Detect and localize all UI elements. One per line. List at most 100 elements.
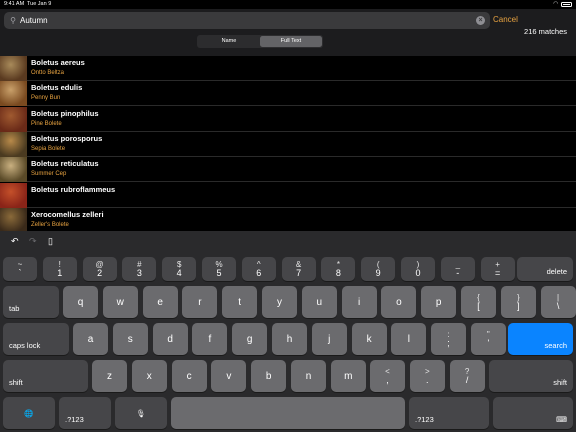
key-y[interactable]: y (262, 286, 297, 318)
key-k[interactable]: k (351, 323, 387, 355)
hide-keyboard-key[interactable]: ⌨ (493, 397, 573, 429)
search-input[interactable] (20, 12, 476, 29)
redo-icon[interactable]: ↷ (29, 236, 37, 247)
result-subtitle: Zeller's Bolete (31, 221, 69, 228)
key-label: (9 (376, 260, 381, 278)
key-0[interactable]: ) 0 (401, 257, 435, 281)
key-sym-3[interactable]: :; (431, 323, 466, 355)
key-sym-2[interactable]: | \ (540, 286, 576, 318)
undo-icon[interactable]: ↶ (11, 236, 19, 247)
key-s[interactable]: s (112, 323, 148, 355)
key-z[interactable]: z (92, 360, 127, 392)
result-row[interactable]: Boletus porosporus Sepia Bolete (0, 131, 576, 157)
key-=[interactable]: + = (480, 257, 515, 281)
result-row[interactable]: Boletus aereus Ontto Beltza (0, 56, 576, 81)
key-t[interactable]: t (222, 286, 258, 318)
key-v[interactable]: v (211, 360, 247, 392)
key-i[interactable]: i (341, 286, 377, 318)
result-row[interactable]: Boletus edulis Penny Bun (0, 81, 576, 107)
key-j[interactable]: j (311, 323, 347, 355)
status-icons: ◠ (553, 1, 572, 7)
result-row[interactable]: Xerocomellus zelleri Zeller's Bolete (0, 207, 576, 231)
key-label: b (265, 370, 272, 382)
key-g[interactable]: g (232, 323, 268, 355)
key-r[interactable]: r (182, 286, 218, 318)
result-title: Boletus edulis (31, 83, 83, 93)
key-base-label: 9 (375, 268, 381, 278)
key-label: j (328, 333, 331, 345)
key-base-label: 5 (216, 268, 222, 278)
key-p[interactable]: p (421, 286, 457, 318)
key-l[interactable]: l (391, 323, 427, 355)
tab-label: tab (9, 304, 20, 313)
delete-key[interactable]: delete (517, 257, 573, 281)
key-label: " ' (487, 330, 490, 348)
key-base-label: ; (447, 338, 450, 348)
numbers-key-right[interactable]: .?123 (409, 397, 489, 429)
result-subtitle: Pine Bolete (31, 120, 62, 127)
shift-left-key[interactable]: shift (3, 360, 88, 392)
numbers-key-left[interactable]: .?123 (59, 397, 111, 429)
key-label: o (396, 296, 402, 308)
search-key[interactable]: search (508, 323, 573, 355)
result-row[interactable]: Boletus reticulatus Summer Cep (0, 157, 576, 183)
key-w[interactable]: w (102, 286, 138, 318)
shift-right-key[interactable]: shift (489, 360, 573, 392)
space-key[interactable] (171, 397, 405, 429)
caps-lock-key[interactable]: caps lock (3, 323, 69, 355)
key-label: w (116, 296, 124, 308)
result-row[interactable]: Boletus rubroflammeus (0, 182, 576, 208)
key-base-label: - (456, 268, 460, 278)
tab-key[interactable]: tab (3, 286, 59, 318)
key-f[interactable]: f (192, 323, 228, 355)
scope-name[interactable]: Name (198, 36, 260, 47)
key-sym-6[interactable]: >. (409, 360, 445, 392)
key-x[interactable]: x (131, 360, 167, 392)
key-sym-1[interactable]: }] (500, 286, 536, 318)
key-label: s (127, 333, 133, 345)
key-m[interactable]: m (330, 360, 366, 392)
search-icon: ⚲ (10, 16, 16, 25)
key-label: @2 (96, 260, 104, 278)
scope-full-text[interactable]: Full Text (260, 36, 322, 47)
key-1[interactable]: ! 1 (42, 257, 77, 281)
key-a[interactable]: a (73, 323, 108, 355)
shift-label: shift (553, 378, 567, 387)
key-n[interactable]: n (291, 360, 326, 392)
key-label: d (167, 333, 173, 345)
key-sym-0[interactable]: {[ (461, 286, 496, 318)
key-c[interactable]: c (171, 360, 207, 392)
key-8[interactable]: * 8 (321, 257, 356, 281)
key-sym-4[interactable]: " ' (470, 323, 506, 355)
key--[interactable]: _ - (440, 257, 475, 281)
dictation-key[interactable]: 🎙 (115, 397, 167, 429)
key-e[interactable]: e (142, 286, 178, 318)
key-d[interactable]: d (152, 323, 188, 355)
key-label: ^ 6 (256, 260, 261, 278)
key-4[interactable]: $4 (162, 257, 197, 281)
key-sym-7[interactable]: ? / (449, 360, 485, 392)
key-q[interactable]: q (63, 286, 98, 318)
mushroom-thumbnail (0, 157, 27, 183)
key-backtick[interactable]: ~ ` (3, 257, 37, 281)
results-list: Boletus aereus Ontto Beltza Boletus edulis… (0, 56, 576, 231)
key-6[interactable]: ^ 6 (241, 257, 276, 281)
key-2[interactable]: @2 (82, 257, 117, 281)
cancel-button[interactable]: Cancel (493, 15, 518, 24)
key-3[interactable]: #3 (122, 257, 157, 281)
key-9[interactable]: (9 (361, 257, 396, 281)
key-sym-5[interactable]: <, (370, 360, 405, 392)
search-field[interactable]: ⚲ × (4, 12, 490, 29)
shift-label: shift (9, 378, 23, 387)
key-o[interactable]: o (381, 286, 417, 318)
key-u[interactable]: u (301, 286, 337, 318)
key-h[interactable]: h (272, 323, 307, 355)
key-5[interactable]: % 5 (202, 257, 236, 281)
key-7[interactable]: & 7 (281, 257, 316, 281)
key-label: l (407, 333, 410, 345)
result-row[interactable]: Boletus pinophilus Pine Bolete (0, 106, 576, 132)
paste-icon[interactable]: ▯ (48, 236, 53, 247)
key-b[interactable]: b (251, 360, 287, 392)
clear-icon[interactable]: × (476, 16, 485, 25)
globe-key[interactable]: 🌐 (3, 397, 55, 429)
